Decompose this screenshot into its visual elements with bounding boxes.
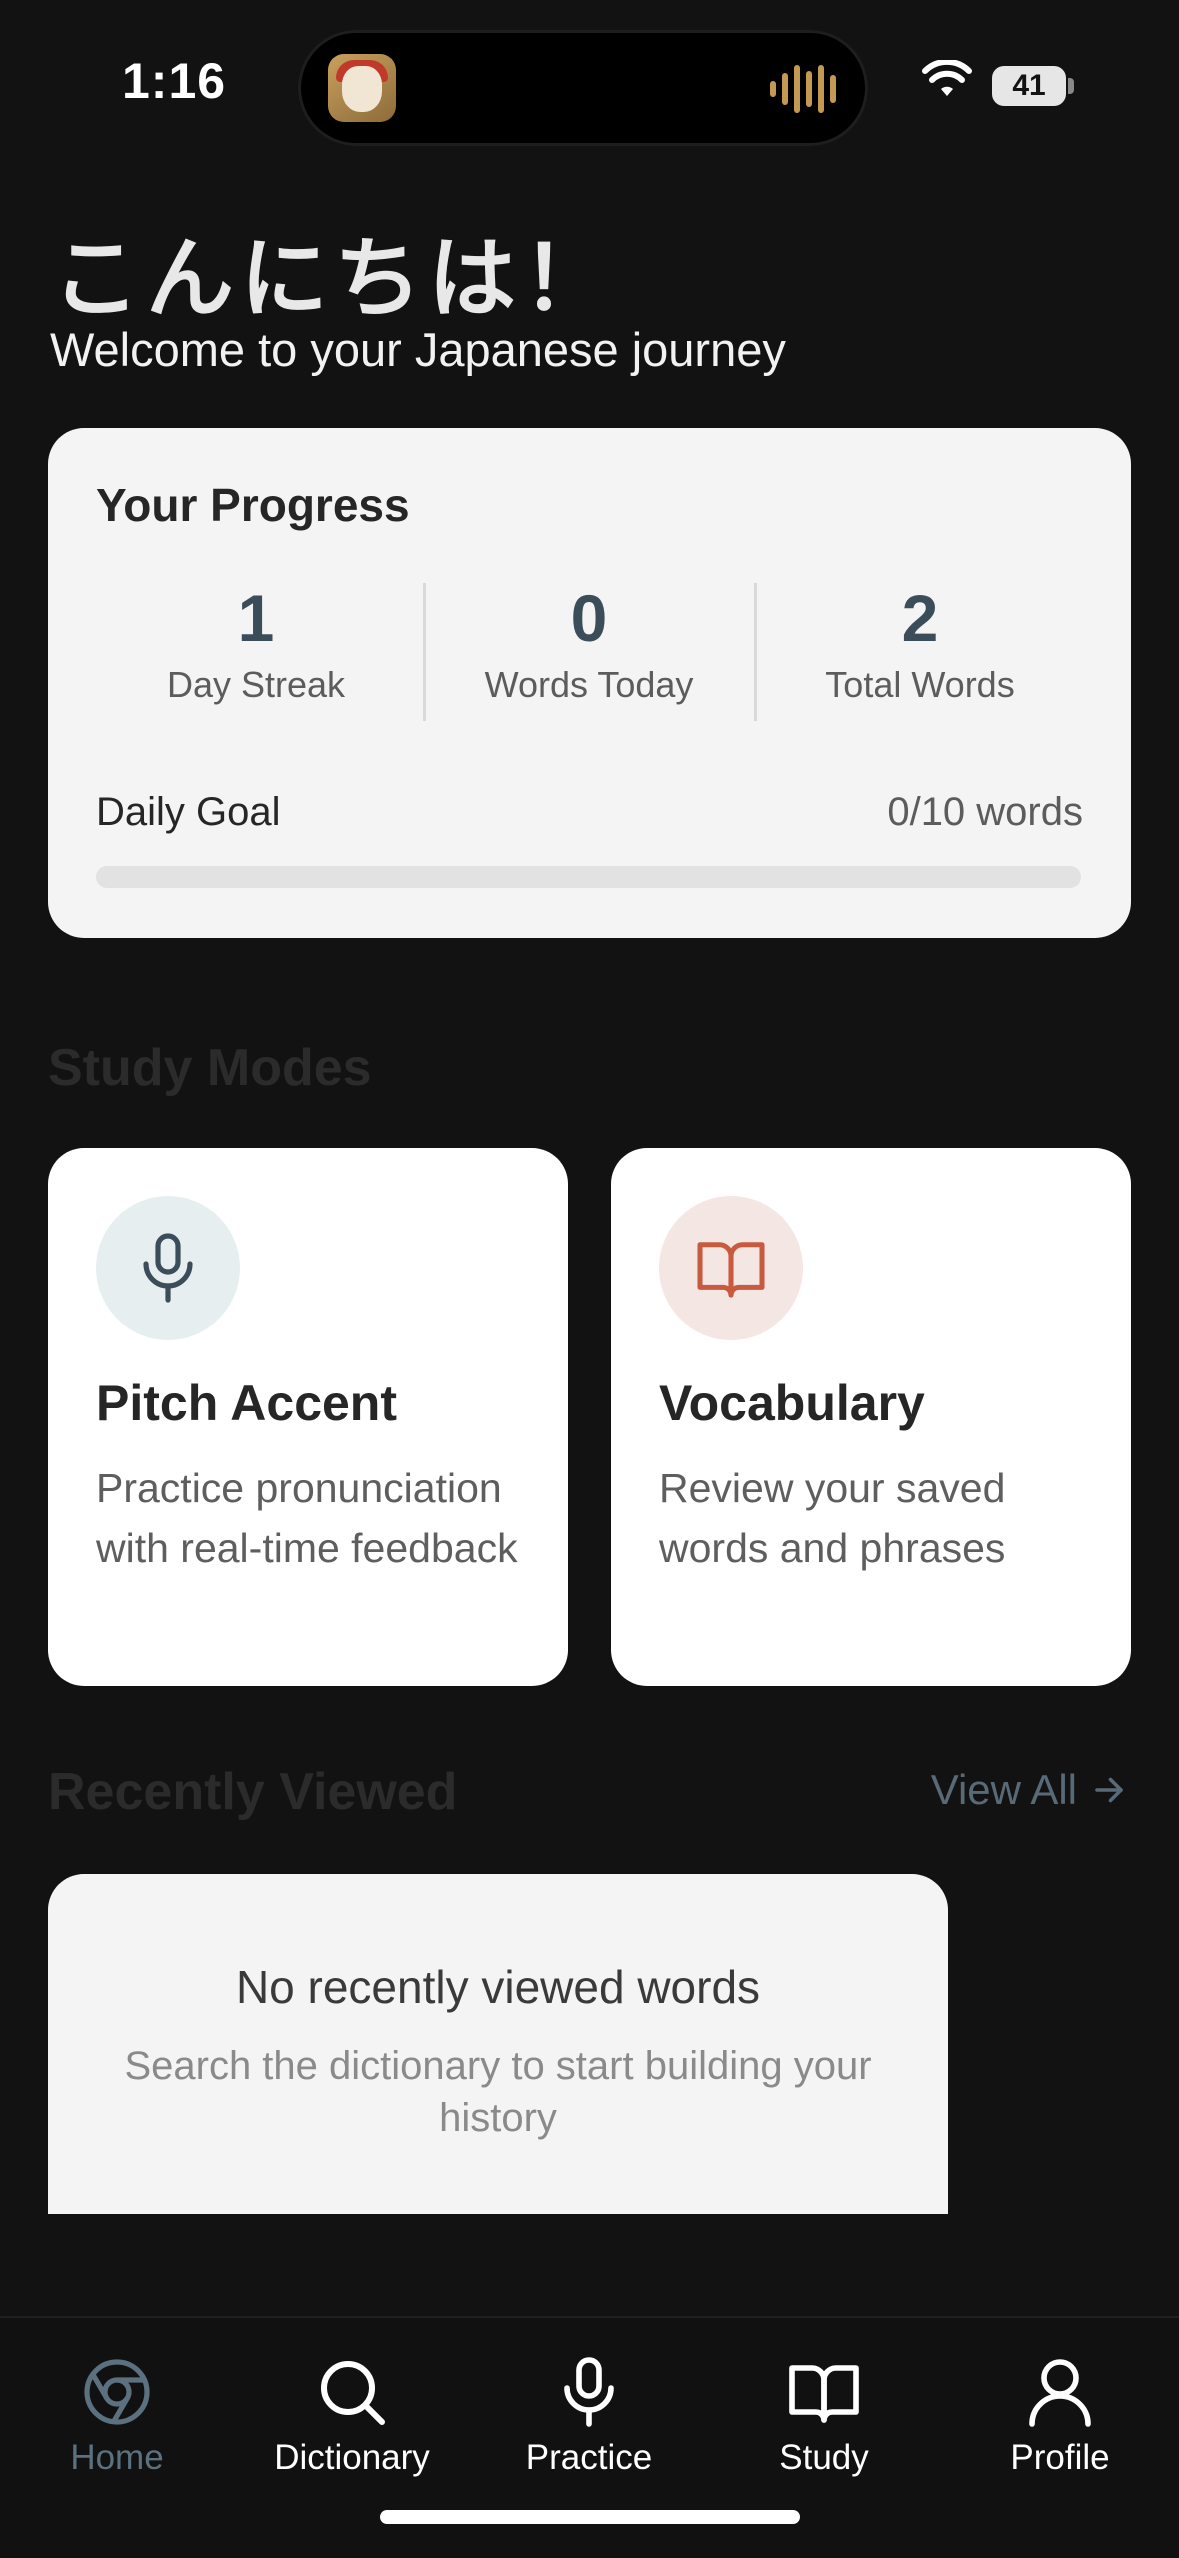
now-playing-app-icon[interactable] bbox=[328, 54, 396, 122]
greeting-title: こんにちは！ bbox=[52, 227, 617, 330]
study-modes-title: Study Modes bbox=[48, 1039, 372, 1097]
tab-label: Practice bbox=[525, 2438, 653, 2477]
status-time: 1:16 bbox=[122, 53, 227, 109]
daily-goal-label: Daily Goal bbox=[96, 790, 281, 834]
vocabulary-card[interactable]: Vocabulary Review your saved words and p… bbox=[611, 1148, 1131, 1686]
stat-divider bbox=[423, 583, 426, 721]
stat-value: 2 bbox=[901, 581, 939, 655]
stat-label: Day Streak bbox=[166, 664, 346, 705]
search-icon bbox=[321, 2361, 385, 2425]
arrow-right-icon bbox=[1095, 1777, 1123, 1803]
battery-icon: 41 bbox=[992, 66, 1066, 106]
view-all-label: View All bbox=[930, 1766, 1077, 1813]
stat-total-words: 2 Total Words bbox=[770, 578, 1070, 706]
battery-tip bbox=[1068, 78, 1074, 94]
home-icon bbox=[84, 2359, 150, 2425]
daily-goal-value: 0/10 words bbox=[887, 790, 1083, 834]
mode-title: Pitch Accent bbox=[96, 1375, 398, 1431]
tab-practice[interactable]: Practice bbox=[474, 2356, 704, 2478]
stat-divider bbox=[754, 583, 757, 721]
daily-goal-progress-bar bbox=[96, 866, 1081, 888]
stat-label: Total Words bbox=[825, 664, 1015, 705]
welcome-subtitle: Welcome to your Japanese journey bbox=[50, 323, 786, 376]
stat-value: 0 bbox=[570, 581, 608, 655]
microphone-icon bbox=[564, 2357, 614, 2427]
tab-home[interactable]: Home bbox=[2, 2356, 232, 2478]
stat-day-streak: 1 Day Streak bbox=[106, 578, 406, 706]
audio-waveform-icon bbox=[770, 65, 836, 113]
home-indicator bbox=[380, 2510, 800, 2524]
tab-dictionary[interactable]: Dictionary bbox=[237, 2356, 467, 2478]
dynamic-island[interactable] bbox=[298, 30, 868, 146]
tab-label: Study bbox=[779, 2438, 869, 2477]
recent-empty-card: No recently viewed words Search the dict… bbox=[48, 1874, 948, 2214]
stat-value: 1 bbox=[237, 581, 275, 655]
person-icon bbox=[1029, 2359, 1091, 2427]
mode-title: Vocabulary bbox=[659, 1375, 925, 1431]
stat-words-today: 0 Words Today bbox=[439, 578, 739, 706]
tab-label: Home bbox=[70, 2438, 164, 2477]
empty-state-description: Search the dictionary to start building … bbox=[124, 2044, 872, 2140]
wifi-icon bbox=[922, 60, 972, 96]
microphone-icon bbox=[143, 1233, 193, 1303]
progress-title: Your Progress bbox=[96, 479, 410, 531]
tab-label: Dictionary bbox=[274, 2438, 430, 2477]
progress-card: Your Progress 1 Day Streak 0 Words Today… bbox=[48, 428, 1131, 938]
recently-viewed-title: Recently Viewed bbox=[48, 1763, 458, 1821]
pitch-accent-card[interactable]: Pitch Accent Practice pronunciation with… bbox=[48, 1148, 568, 1686]
tab-label: Profile bbox=[1010, 2438, 1110, 2477]
mode-description: Review your saved words and phrases bbox=[659, 1465, 1006, 1571]
empty-state-title: No recently viewed words bbox=[235, 1961, 761, 2013]
tab-profile[interactable]: Profile bbox=[945, 2356, 1175, 2478]
book-icon bbox=[697, 1242, 765, 1298]
vocabulary-icon-circle bbox=[659, 1196, 803, 1340]
mode-description: Practice pronunciation with real-time fe… bbox=[96, 1465, 518, 1571]
book-icon bbox=[789, 2365, 859, 2423]
pitch-accent-icon-circle bbox=[96, 1196, 240, 1340]
view-all-link[interactable]: View All bbox=[931, 1766, 1127, 1814]
tab-study[interactable]: Study bbox=[709, 2356, 939, 2478]
stat-label: Words Today bbox=[484, 664, 694, 705]
